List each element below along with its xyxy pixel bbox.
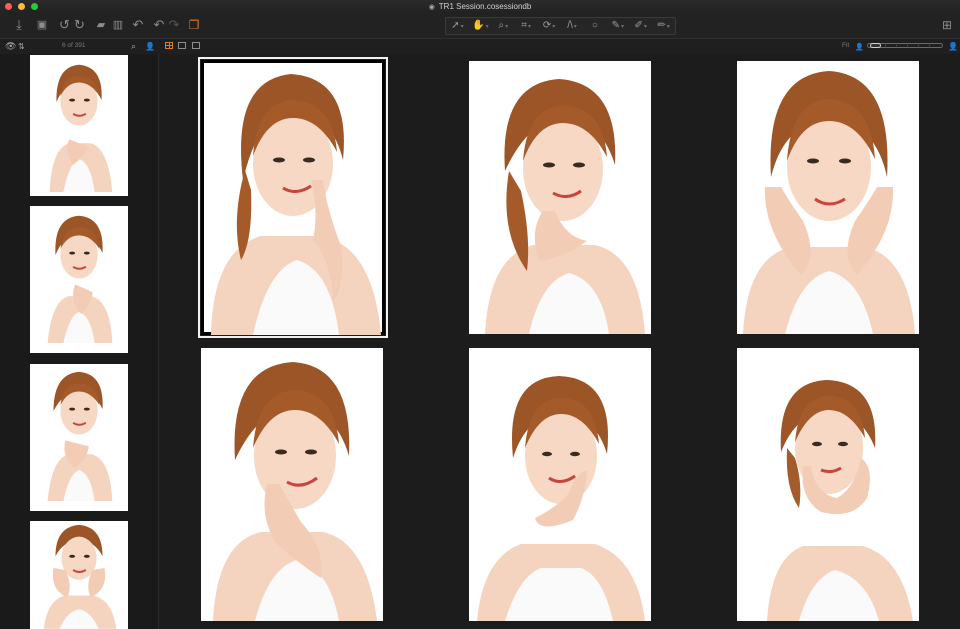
main-toolbar: ⤓ ▣ ↺ ↻ ▰ ▥ ↶ ↶ ↷ ❐ ➚▾ ✋▾ ⌕▾ ⌗▾ ⟳▾ /\▾ ○… [0,13,960,38]
photo[interactable] [737,348,919,621]
browser-bar: 👁 ⇅ 6 of 391 ⌕ 👤 Fit 👤 👤 [0,38,960,55]
trash-icon[interactable]: ▥ [112,17,124,33]
cursor-tools-group: ➚▾ ✋▾ ⌕▾ ⌗▾ ⟳▾ /\▾ ○ ✎▾ ✐▾ ✏▾ [445,17,676,35]
spot-tool-icon[interactable]: ○ [583,18,606,34]
loupe-tool-icon[interactable]: ⌕▾ [492,18,515,35]
thumbnail[interactable] [30,206,128,353]
thumbnail[interactable] [30,364,128,511]
camera-icon[interactable]: ▣ [35,17,49,33]
grid-view-icon[interactable] [165,42,173,49]
sort-icon[interactable]: ⇅ [18,41,25,52]
portrait-image [43,524,117,629]
portrait-image [213,362,377,621]
portrait-image [743,71,915,334]
photo[interactable] [201,348,383,621]
brush-tool-icon[interactable]: ✎▾ [606,18,629,35]
search-icon[interactable]: ⌕ [131,41,136,52]
eye-icon[interactable]: 👁 [5,41,16,52]
viewer-layout-icon[interactable]: ⊞ [940,17,954,33]
title-bar: ◉ TR1 Session.cosessiondb [0,0,960,13]
zoom-slider-knob[interactable] [870,43,881,48]
thumbnail[interactable] [30,521,128,629]
photo-selected[interactable] [198,57,388,338]
keystone-tool-icon[interactable]: /\▾ [561,18,584,35]
photo[interactable] [737,61,919,334]
eraser-tool-icon[interactable]: ✏▾ [652,18,675,35]
variants-icon[interactable]: ❐ [186,17,202,33]
thumbnail-browser [0,54,159,629]
portrait-image [485,79,645,334]
zoom-ticks [885,45,940,46]
undo-icon[interactable]: ↶ [132,17,144,33]
document-icon: ◉ [428,4,435,11]
image-counter: 6 of 391 [62,42,86,49]
user-icon[interactable]: 👤 [145,41,155,52]
portrait-image [47,215,113,344]
pan-tool-icon[interactable]: ✋▾ [469,18,492,35]
rotate-right-icon[interactable]: ↻ [73,17,86,33]
portrait-image [47,371,113,502]
list-view-icon[interactable] [192,42,200,49]
undo-alt-icon[interactable]: ↶ [153,17,165,33]
person-small-icon: 👤 [855,44,864,51]
single-view-icon[interactable] [178,42,186,49]
rotate-left-icon[interactable]: ↺ [58,17,71,33]
portrait-image [49,64,113,193]
import-icon[interactable]: ⤓ [12,17,26,33]
picker-tool-icon[interactable]: ✐▾ [629,18,652,35]
rotate-tool-icon[interactable]: ⟳▾ [538,18,561,35]
thumbnail[interactable] [30,55,128,196]
portrait-image [211,74,381,335]
viewer-grid [159,54,960,629]
select-tool-icon[interactable]: ➚▾ [446,18,469,35]
portrait-image [767,380,913,621]
fit-label: Fit [842,42,850,49]
portrait-image [477,376,645,621]
window-title: ◉ TR1 Session.cosessiondb [428,2,532,11]
crop-tool-icon[interactable]: ⌗▾ [515,18,538,35]
photo[interactable] [469,348,651,621]
person-large-icon: 👤 [948,42,958,51]
photo[interactable] [469,61,651,334]
redo-icon[interactable]: ↷ [168,17,180,33]
folder-move-icon[interactable]: ▰ [94,17,108,33]
